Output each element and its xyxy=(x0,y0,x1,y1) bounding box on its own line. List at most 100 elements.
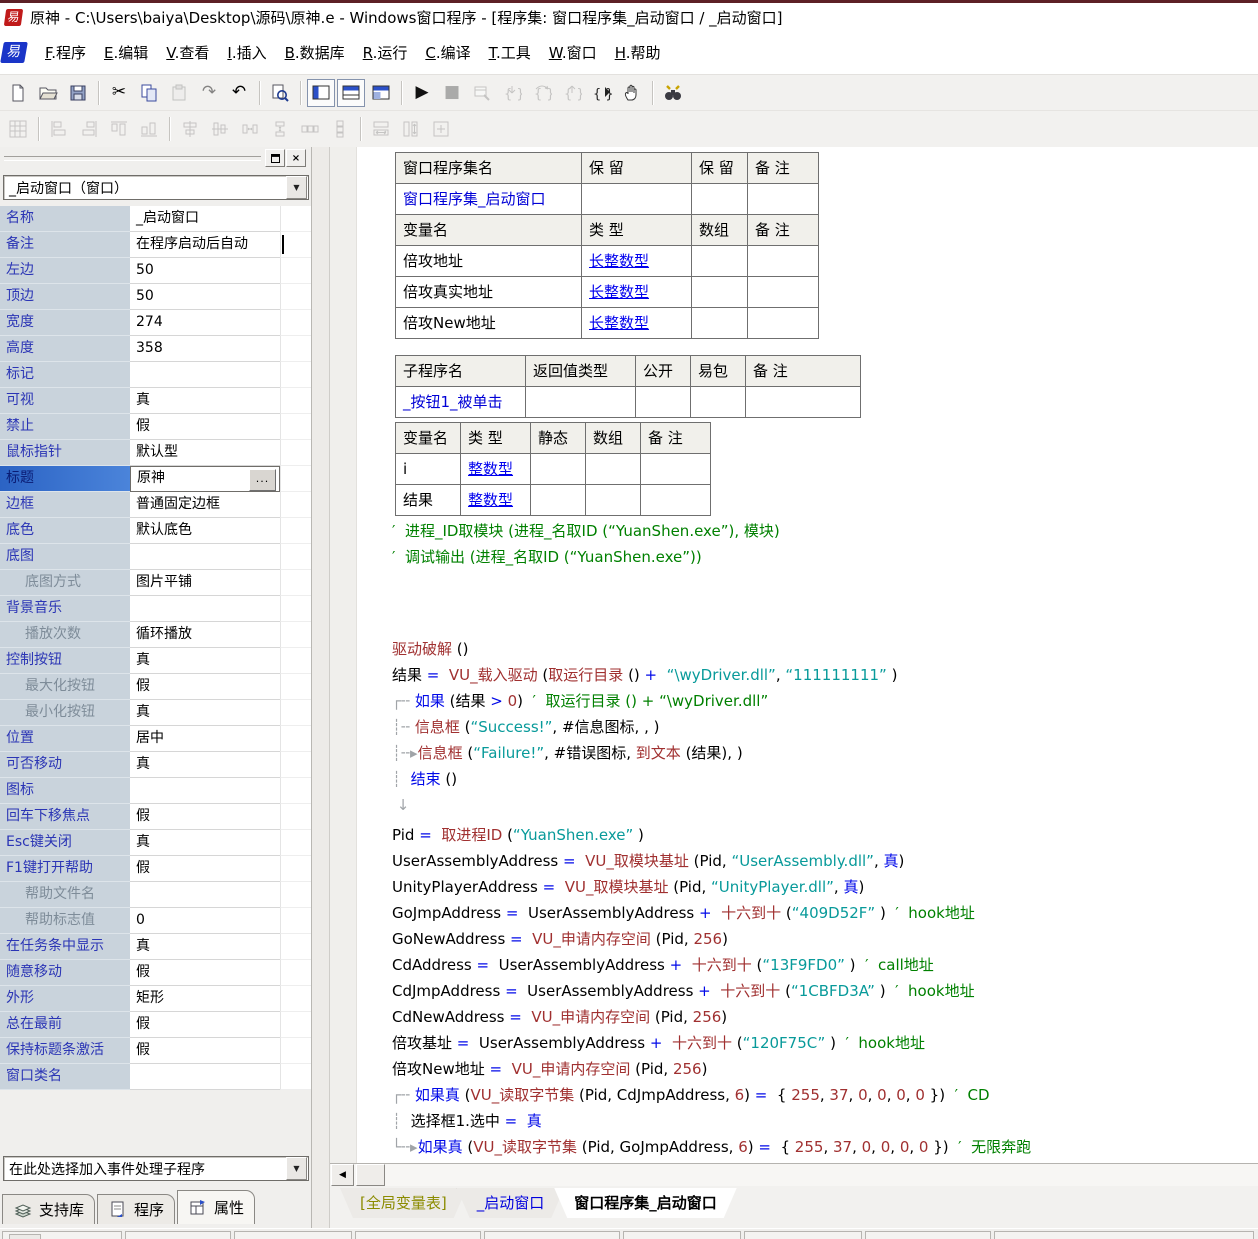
property-row-总在最前[interactable]: 总在最前假 xyxy=(0,1012,311,1038)
menu-item[interactable]: I.插入 xyxy=(218,38,275,67)
table-cell[interactable] xyxy=(691,387,746,418)
property-row-最大化按钮[interactable]: 最大化按钮假 xyxy=(0,674,311,700)
property-value[interactable]: 原神... xyxy=(130,466,280,492)
table-cell[interactable] xyxy=(748,308,819,339)
horizontal-scrollbar[interactable]: ◀ xyxy=(330,1163,1258,1186)
property-row-可否移动[interactable]: 可否移动真 xyxy=(0,752,311,778)
property-value[interactable]: 假 xyxy=(130,856,280,882)
property-row-在任务条中显示[interactable]: 在任务条中显示真 xyxy=(0,934,311,960)
open-file-button[interactable] xyxy=(34,79,62,107)
property-row-窗口类名[interactable]: 窗口类名 xyxy=(0,1064,311,1090)
code-line[interactable]: CdNewAddress = VU_申请内存空间 (Pid, 256) xyxy=(392,1004,1031,1030)
property-row-图标[interactable]: 图标 xyxy=(0,778,311,804)
property-value[interactable]: 普通固定边框 xyxy=(130,492,280,518)
property-value[interactable]: 在程序启动后自动 xyxy=(130,232,280,258)
code-line[interactable]: 倍攻基址 = UserAssemblyAddress + 十六到十 (“120F… xyxy=(392,1030,1031,1056)
code-line[interactable]: ↓ xyxy=(392,792,897,818)
code-line[interactable]: 驱动破解 () xyxy=(392,636,897,662)
table-cell[interactable] xyxy=(586,454,641,485)
code-line[interactable]: CdJmpAddress = UserAssemblyAddress + 十六到… xyxy=(392,978,1031,1004)
property-value[interactable]: 假 xyxy=(130,414,280,440)
property-row-底图[interactable]: 底图 xyxy=(0,544,311,570)
table-cell[interactable] xyxy=(531,485,586,516)
code-line[interactable]: ┌╌ 如果真 (VU_读取字节集 (Pid, CdJmpAddress, 6) … xyxy=(392,1082,1031,1108)
property-value[interactable]: 真 xyxy=(130,388,280,414)
table-cell[interactable]: 整数型 xyxy=(461,485,531,516)
table-cell[interactable] xyxy=(748,277,819,308)
table-cell[interactable]: 倍攻New地址 xyxy=(396,308,582,339)
property-row-底色[interactable]: 底色默认底色 xyxy=(0,518,311,544)
code-line[interactable]: ┊ 结束 () xyxy=(392,766,897,792)
property-row-帮助标志值[interactable]: 帮助标志值0 xyxy=(0,908,311,934)
property-row-鼠标指针[interactable]: 鼠标指针默认型 xyxy=(0,440,311,466)
save-button[interactable] xyxy=(64,79,92,107)
cut-button[interactable]: ✂ xyxy=(105,79,133,107)
property-value[interactable]: _启动窗口 xyxy=(130,206,280,232)
table-cell[interactable] xyxy=(692,277,748,308)
sheet-tab-_启动窗口[interactable]: _启动窗口 xyxy=(457,1188,565,1218)
code-line[interactable]: ┊╌▸信息框 (“Failure!”, #错误图标, 到文本 (结果), ) xyxy=(392,740,897,766)
table-cell[interactable]: 倍攻真实地址 xyxy=(396,277,582,308)
copy-button[interactable] xyxy=(135,79,163,107)
table-cell[interactable] xyxy=(746,387,861,418)
property-value[interactable]: 假 xyxy=(130,1012,280,1038)
view-layout-button[interactable] xyxy=(367,79,395,107)
menu-item[interactable]: V.查看 xyxy=(157,38,218,67)
run-button[interactable]: ▶ xyxy=(408,79,436,107)
panel-tab-程序[interactable]: 程序 xyxy=(97,1194,175,1224)
panel-splitter[interactable] xyxy=(312,147,330,1228)
table-cell[interactable]: 长整数型 xyxy=(582,277,692,308)
property-row-背景音乐[interactable]: 背景音乐 xyxy=(0,596,311,622)
ellipsis-button[interactable]: ... xyxy=(249,469,276,491)
property-value[interactable] xyxy=(130,596,280,622)
undo-button[interactable]: ↶ xyxy=(225,79,253,107)
pause-debug-button[interactable] xyxy=(618,79,646,107)
table-cell[interactable]: 结果 xyxy=(396,485,461,516)
property-row-标记[interactable]: 标记 xyxy=(0,362,311,388)
new-file-button[interactable] xyxy=(4,79,32,107)
code-line[interactable]: CdAddress = UserAssemblyAddress + 十六到十 (… xyxy=(392,952,1031,978)
property-row-保持标题条激活[interactable]: 保持标题条激活假 xyxy=(0,1038,311,1064)
menu-item[interactable]: C.编译 xyxy=(416,38,479,67)
code-line[interactable]: ┌╌ 如果 (结果 > 0) ′ 取运行目录 () + “\wyDriver.d… xyxy=(392,688,897,714)
table-cell[interactable]: 长整数型 xyxy=(582,308,692,339)
property-value[interactable]: 假 xyxy=(130,674,280,700)
property-row-底图方式[interactable]: 底图方式图片平铺 xyxy=(0,570,311,596)
table-cell[interactable] xyxy=(641,485,711,516)
chevron-down-icon[interactable]: ▼ xyxy=(286,1157,307,1180)
code-line[interactable]: UserAssemblyAddress = VU_取模块基址 (Pid, “Us… xyxy=(392,848,1031,874)
property-value[interactable]: 274 xyxy=(130,310,280,336)
property-row-F1键打开帮助[interactable]: F1键打开帮助假 xyxy=(0,856,311,882)
property-value[interactable] xyxy=(130,362,280,388)
property-value[interactable]: 0 xyxy=(130,908,280,934)
code-line[interactable]: ┊ 选择框1.选中 = 真 xyxy=(392,1108,1031,1134)
sheet-tab-窗口程序集_启动窗口[interactable]: 窗口程序集_启动窗口 xyxy=(554,1188,737,1218)
panel-tab-属性[interactable]: 属性 xyxy=(177,1190,255,1224)
view-workspace-button[interactable] xyxy=(307,79,335,107)
code-line[interactable]: UnityPlayerAddress = VU_取模块基址 (Pid, “Uni… xyxy=(392,874,1031,900)
property-value[interactable]: 假 xyxy=(130,960,280,986)
property-value[interactable]: 真 xyxy=(130,648,280,674)
property-row-Esc键关闭[interactable]: Esc键关闭真 xyxy=(0,830,311,856)
code-line[interactable]: ′ 进程_ID取模块 (进程_名取ID (“YuanShen.exe”), 模块… xyxy=(392,518,780,544)
table-cell[interactable]: 长整数型 xyxy=(582,246,692,277)
code-line[interactable]: 倍攻New地址 = VU_申请内存空间 (Pid, 256) xyxy=(392,1056,1031,1082)
menu-item[interactable]: F.程序 xyxy=(36,38,95,67)
table-cell[interactable] xyxy=(636,387,691,418)
code-line[interactable]: GoNewAddress = VU_申请内存空间 (Pid, 256) xyxy=(392,926,1031,952)
menu-item[interactable]: E.编辑 xyxy=(95,38,157,67)
sheet-tab-[全局变量表][interactable]: [全局变量表] xyxy=(340,1188,467,1218)
table-cell[interactable]: 倍攻地址 xyxy=(396,246,582,277)
property-row-播放次数[interactable]: 播放次数循环播放 xyxy=(0,622,311,648)
table-cell[interactable] xyxy=(531,454,586,485)
table-cell[interactable] xyxy=(526,387,636,418)
event-selector[interactable]: 在此处选择加入事件处理子程序 ▼ xyxy=(3,1156,309,1181)
property-value[interactable] xyxy=(130,1064,280,1090)
property-row-名称[interactable]: 名称_启动窗口 xyxy=(0,206,311,232)
search-in-project-button[interactable] xyxy=(659,79,687,107)
property-value[interactable]: 默认型 xyxy=(130,440,280,466)
property-row-控制按钮[interactable]: 控制按钮真 xyxy=(0,648,311,674)
property-value[interactable]: 循环播放 xyxy=(130,622,280,648)
property-row-宽度[interactable]: 宽度274 xyxy=(0,310,311,336)
property-value[interactable] xyxy=(130,882,280,908)
